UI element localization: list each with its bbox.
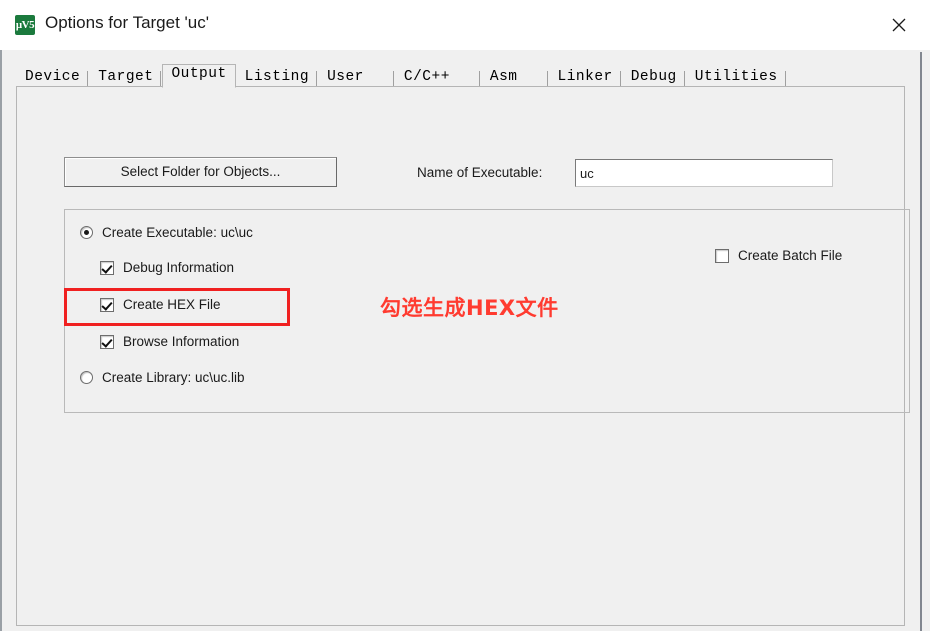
tab-device[interactable]: Device <box>16 66 89 88</box>
tab-listing[interactable]: Listing <box>236 66 318 88</box>
debug-information-label: Debug Information <box>123 260 235 275</box>
tab-utilities[interactable]: Utilities <box>686 66 787 88</box>
checkbox-icon[interactable] <box>715 248 729 263</box>
select-folder-for-objects-button[interactable]: Select Folder for Objects... <box>64 157 337 187</box>
create-hex-file-checkbox-row[interactable]: Create HEX File <box>100 297 221 312</box>
create-executable-label: Create Executable: uc\uc <box>102 225 253 240</box>
tab-user[interactable]: User <box>318 66 395 88</box>
tab-label: Asm <box>489 69 518 85</box>
tab-label: Debug <box>630 69 677 85</box>
close-button[interactable] <box>876 8 922 42</box>
create-batch-file-checkbox-row[interactable]: Create Batch File <box>715 248 842 263</box>
tab-output[interactable]: Output <box>162 64 236 88</box>
tab-strip: Device Target Output Listing User C/C++ … <box>16 62 787 88</box>
tab-target[interactable]: Target <box>89 66 162 88</box>
browse-information-checkbox-row[interactable]: Browse Information <box>100 334 239 349</box>
radio-button-icon[interactable] <box>80 226 93 239</box>
checkbox-icon[interactable] <box>100 334 114 349</box>
title-bar: μV5 Options for Target 'uc' <box>0 0 930 50</box>
tab-label: C/C++ <box>403 69 450 85</box>
radio-button-icon[interactable] <box>80 371 93 384</box>
close-icon <box>892 18 906 32</box>
create-library-radio-row[interactable]: Create Library: uc\uc.lib <box>80 370 245 385</box>
debug-information-checkbox-row[interactable]: Debug Information <box>100 260 234 275</box>
browse-information-label: Browse Information <box>123 334 240 349</box>
tab-debug[interactable]: Debug <box>622 66 686 88</box>
tab-label: Target <box>98 69 154 85</box>
tab-linker[interactable]: Linker <box>549 66 622 88</box>
create-hex-file-label: Create HEX File <box>123 297 221 312</box>
tab-c-cpp[interactable]: C/C++ <box>395 66 481 88</box>
tab-label: Device <box>25 69 81 85</box>
create-batch-file-label: Create Batch File <box>738 248 843 263</box>
dialog-right-frame <box>920 52 922 631</box>
create-executable-radio-row[interactable]: Create Executable: uc\uc <box>80 225 253 240</box>
checkbox-icon[interactable] <box>100 297 114 312</box>
tab-label: Listing <box>244 69 310 85</box>
keil-uvision5-icon: μV5 <box>15 15 35 35</box>
tab-asm[interactable]: Asm <box>481 66 549 88</box>
tab-label: User <box>327 69 364 85</box>
tab-label: Output <box>171 66 227 82</box>
tab-label: Linker <box>557 69 613 85</box>
window-title: Options for Target 'uc' <box>45 13 209 32</box>
name-of-executable-input[interactable] <box>575 159 833 187</box>
dialog-left-frame <box>0 50 2 631</box>
output-tab-panel: Select Folder for Objects... Name of Exe… <box>16 86 910 626</box>
tab-label: Utilities <box>694 69 778 85</box>
checkbox-icon[interactable] <box>100 260 114 275</box>
annotation-text: 勾选生成HEX文件 <box>380 296 559 320</box>
dialog-body: Device Target Output Listing User C/C++ … <box>0 50 930 631</box>
name-of-executable-label: Name of Executable: <box>417 165 543 180</box>
create-library-label: Create Library: uc\uc.lib <box>102 370 245 385</box>
